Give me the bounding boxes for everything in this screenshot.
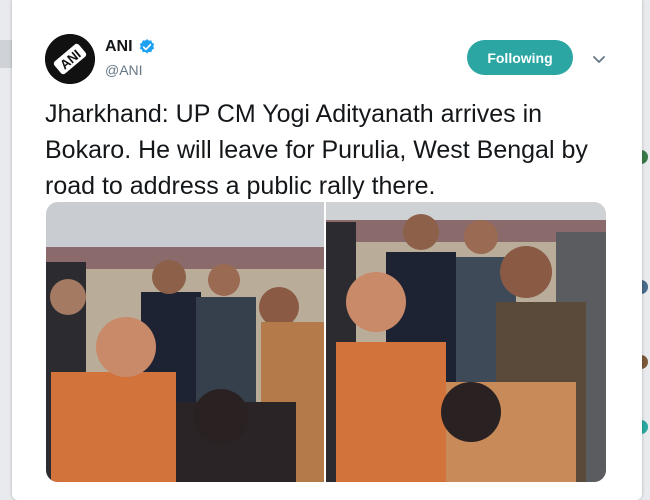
tweet-photo[interactable] [326, 202, 606, 482]
following-button[interactable]: Following [467, 40, 573, 75]
tweet-photo[interactable] [46, 202, 324, 482]
tweet-media[interactable] [46, 202, 606, 482]
tweet-text: Jharkhand: UP CM Yogi Adityanath arrives… [45, 100, 588, 200]
author-handle[interactable]: @ANI [105, 62, 156, 78]
author-name[interactable]: ANI [105, 38, 133, 56]
photo-image [326, 202, 606, 482]
verified-badge-icon [139, 39, 154, 54]
ani-logo-icon: ANI [45, 34, 95, 84]
author-avatar[interactable]: ANI [45, 34, 95, 84]
chevron-down-icon[interactable] [588, 48, 610, 70]
photo-image [46, 202, 324, 482]
author-block: ANI @ANI [105, 38, 156, 78]
tweet-card: ANI ANI @ANI Following Jharkhand: UP CM … [12, 0, 642, 500]
